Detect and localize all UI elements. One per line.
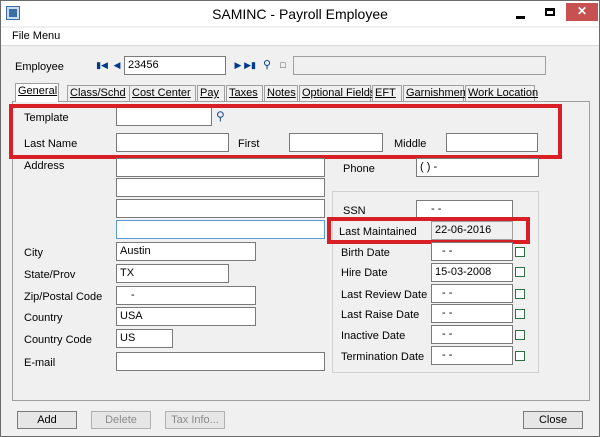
menu-bar: File Menu	[1, 28, 599, 46]
close-icon: ✕	[576, 4, 588, 18]
tab-notes[interactable]: Notes	[264, 85, 298, 102]
last-maintained-highlight	[327, 217, 530, 244]
last-raise-date-calendar-icon[interactable]	[515, 309, 525, 319]
country-code-label: Country Code	[24, 334, 92, 346]
country-code-field[interactable]: US	[116, 329, 173, 348]
delete-button[interactable]: Delete	[91, 411, 151, 429]
address-line-3-field[interactable]	[116, 199, 325, 218]
inactive-date-label: Inactive Date	[341, 330, 406, 342]
last-review-date-calendar-icon[interactable]	[515, 289, 525, 299]
first-record-icon[interactable]: ▮◀	[96, 59, 108, 71]
employee-name-display	[293, 56, 546, 75]
birth-date-field[interactable]: - -	[431, 242, 513, 261]
inactive-date-field[interactable]: - -	[431, 325, 513, 344]
phone-label: Phone	[343, 163, 375, 175]
tab-cost-center[interactable]: Cost Center	[129, 85, 196, 102]
maximize-icon	[545, 7, 555, 16]
termination-date-field[interactable]: - -	[431, 346, 513, 365]
ssn-label: SSN	[343, 205, 366, 217]
city-field[interactable]: Austin	[116, 242, 256, 261]
title-bar[interactable]: SAMINC - Payroll Employee ✕	[1, 1, 599, 26]
city-label: City	[24, 247, 43, 259]
minimize-button[interactable]	[506, 3, 534, 21]
birth-date-calendar-icon[interactable]	[515, 247, 525, 257]
close-button[interactable]: Close	[523, 411, 583, 429]
zip-label: Zip/Postal Code	[24, 291, 103, 303]
hire-date-field[interactable]: 15-03-2008	[431, 263, 513, 282]
state-label: State/Prov	[24, 269, 76, 281]
previous-record-icon[interactable]: ◀	[111, 59, 123, 71]
termination-date-label: Termination Date	[341, 351, 425, 363]
hire-date-label: Hire Date	[341, 267, 388, 279]
tab-garnishment[interactable]: Garnishment	[403, 85, 469, 102]
last-review-date-field[interactable]: - -	[431, 284, 513, 303]
address-label: Address	[24, 160, 65, 172]
zip-field[interactable]: -	[116, 286, 256, 305]
tab-class-schd[interactable]: Class/Schd	[67, 85, 130, 102]
address-line-1-field[interactable]	[116, 158, 325, 177]
birth-date-label: Birth Date	[341, 247, 390, 259]
tab-taxes[interactable]: Taxes	[226, 85, 263, 102]
phone-field[interactable]: ( ) -	[416, 158, 539, 177]
email-field[interactable]	[116, 352, 325, 371]
next-record-icon[interactable]: ▶	[232, 59, 244, 71]
close-window-button[interactable]: ✕	[566, 3, 598, 21]
tab-general[interactable]: General	[15, 83, 59, 102]
inactive-date-calendar-icon[interactable]	[515, 330, 525, 340]
tab-optional-fields[interactable]: Optional Fields	[299, 85, 375, 102]
tab-work-location[interactable]: Work Location	[465, 85, 538, 102]
country-label: Country	[24, 312, 63, 324]
state-field[interactable]: TX	[116, 264, 229, 283]
tax-info-button[interactable]: Tax Info...	[165, 411, 225, 429]
maximize-button[interactable]	[536, 3, 564, 21]
new-document-icon[interactable]: □	[277, 59, 289, 71]
address-line-2-field[interactable]	[116, 178, 325, 197]
last-raise-date-field[interactable]: - -	[431, 304, 513, 323]
name-section-highlight	[9, 104, 562, 159]
last-raise-date-label: Last Raise Date	[341, 309, 420, 321]
hire-date-calendar-icon[interactable]	[515, 267, 525, 277]
minimize-icon	[515, 16, 525, 19]
file-menu[interactable]: File Menu	[12, 30, 60, 42]
email-label: E-mail	[24, 357, 56, 369]
add-button[interactable]: Add	[17, 411, 77, 429]
address-line-4-field[interactable]	[116, 220, 325, 239]
payroll-employee-window: SAMINC - Payroll Employee ✕ File Menu Em…	[0, 0, 600, 437]
last-record-icon[interactable]: ▶▮	[244, 59, 256, 71]
employee-label: Employee	[15, 61, 64, 73]
termination-date-calendar-icon[interactable]	[515, 351, 525, 361]
employee-id-field[interactable]: 23456	[124, 56, 226, 75]
tab-eft[interactable]: EFT	[372, 85, 402, 102]
search-icon[interactable]: ⚲	[261, 59, 273, 71]
last-review-date-label: Last Review Date	[341, 289, 428, 301]
tab-pay[interactable]: Pay	[197, 85, 225, 102]
country-field[interactable]: USA	[116, 307, 256, 326]
